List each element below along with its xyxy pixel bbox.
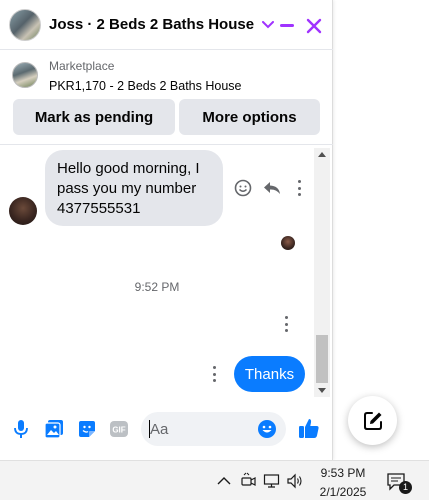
meet-now-icon[interactable] bbox=[240, 472, 258, 490]
chat-header: Joss · 2 Beds 2 Baths House bbox=[0, 0, 333, 50]
emoji-icon[interactable] bbox=[257, 419, 277, 439]
chat-window: Joss · 2 Beds 2 Baths House Marketplace … bbox=[0, 0, 333, 460]
notification-count-badge: 1 bbox=[399, 481, 412, 494]
network-icon[interactable] bbox=[263, 472, 281, 490]
incoming-message[interactable]: Hello good morning, I pass you my number… bbox=[45, 150, 223, 226]
sticker-icon[interactable] bbox=[76, 418, 98, 440]
chevron-down-icon[interactable] bbox=[262, 20, 275, 29]
message-timestamp: 9:52 PM bbox=[134, 280, 180, 294]
scrollbar[interactable] bbox=[314, 148, 330, 397]
gif-icon[interactable]: GIF bbox=[108, 418, 130, 440]
photo-icon[interactable] bbox=[43, 418, 65, 440]
mark-as-pending-button[interactable]: Mark as pending bbox=[13, 99, 175, 135]
avatar[interactable] bbox=[9, 8, 41, 41]
outgoing-message[interactable]: Thanks bbox=[234, 356, 305, 392]
listing-title[interactable]: PKR1,170 - 2 Beds 2 Baths House bbox=[49, 79, 241, 93]
svg-text:GIF: GIF bbox=[112, 426, 125, 435]
emoji-react-icon[interactable] bbox=[233, 178, 253, 198]
new-message-button[interactable] bbox=[348, 396, 397, 445]
listing-thumbnail[interactable] bbox=[12, 62, 38, 88]
taskbar-clock[interactable]: 9:53 PM 2/1/2025 bbox=[312, 465, 374, 500]
scrollbar-thumb[interactable] bbox=[316, 335, 328, 383]
chat-title[interactable]: Joss · 2 Beds 2 Baths House bbox=[49, 16, 254, 33]
volume-icon[interactable] bbox=[286, 472, 304, 490]
listing-source: Marketplace bbox=[49, 59, 115, 73]
taskbar: 9:53 PM 2/1/2025 1 bbox=[0, 460, 429, 500]
more-options-button[interactable]: More options bbox=[179, 99, 320, 135]
scroll-up-arrow[interactable] bbox=[318, 152, 326, 157]
clock-date: 2/1/2025 bbox=[319, 485, 367, 499]
message-input-placeholder: Aa bbox=[150, 421, 169, 438]
chevron-up-icon[interactable] bbox=[215, 472, 233, 490]
reply-icon[interactable] bbox=[262, 178, 282, 198]
minimize-icon[interactable] bbox=[280, 24, 294, 27]
close-icon[interactable] bbox=[305, 17, 323, 35]
seen-avatar bbox=[281, 236, 295, 250]
message-input[interactable]: Aa bbox=[141, 412, 286, 446]
compose-icon bbox=[363, 411, 382, 430]
thumbs-up-icon[interactable] bbox=[297, 416, 321, 440]
sender-avatar[interactable] bbox=[9, 197, 37, 225]
marketplace-listing: Marketplace PKR1,170 - 2 Beds 2 Baths Ho… bbox=[0, 50, 333, 145]
composer: GIF Aa bbox=[0, 398, 333, 460]
scroll-down-arrow[interactable] bbox=[318, 388, 326, 393]
message-more-icon[interactable] bbox=[212, 366, 216, 382]
message-more-icon[interactable] bbox=[284, 316, 288, 332]
message-more-icon[interactable] bbox=[297, 180, 301, 196]
mic-icon[interactable] bbox=[10, 418, 32, 440]
clock-time: 9:53 PM bbox=[320, 466, 366, 480]
